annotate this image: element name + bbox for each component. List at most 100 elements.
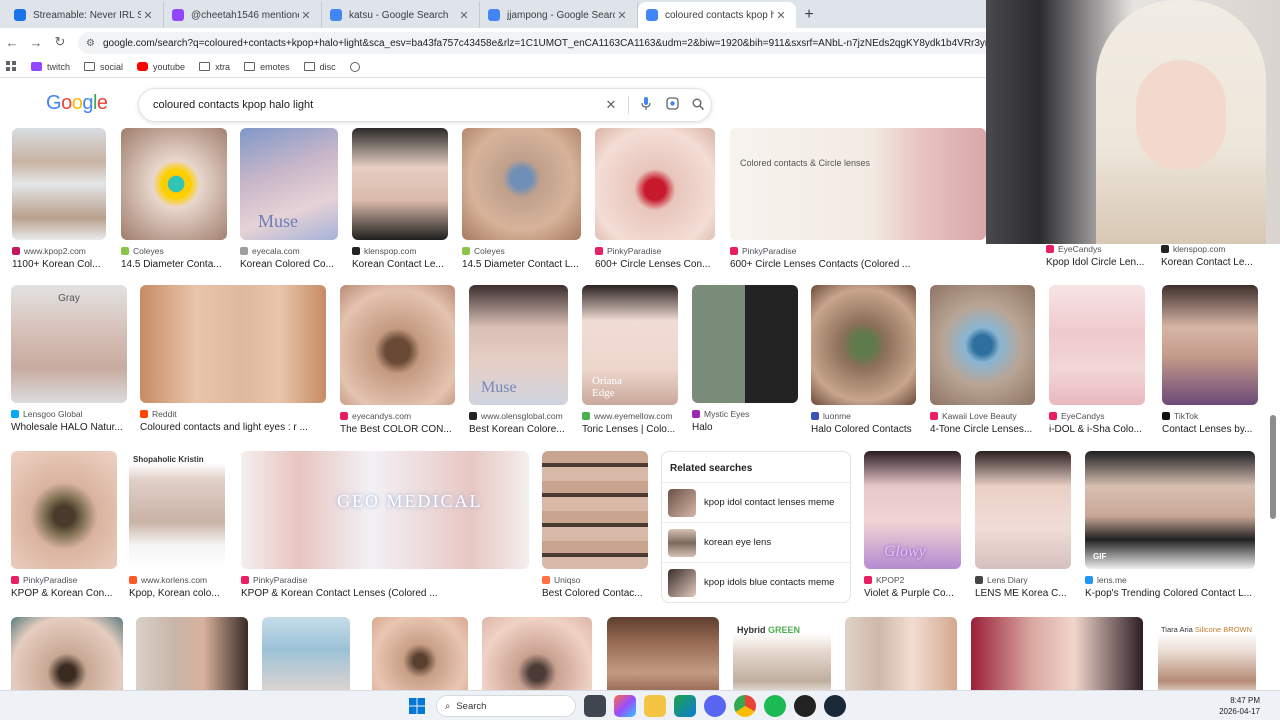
image-result[interactable]: luonme Halo Colored Contacts <box>811 285 916 435</box>
close-icon[interactable]: ✕ <box>457 9 471 22</box>
result-image[interactable]: Gray <box>11 285 127 403</box>
url-field[interactable]: ⚙ google.com/search?q=coloured+contacts+… <box>78 32 986 54</box>
result-title[interactable]: Kpop, Korean colo... <box>129 588 225 599</box>
result-image[interactable] <box>121 128 227 240</box>
image-result[interactable]: Reddit Coloured contacts and light eyes … <box>140 285 326 433</box>
tab-katsu[interactable]: katsu - Google Search ✕ <box>322 2 480 28</box>
page-scrollbar[interactable] <box>1270 415 1276 519</box>
bookmark-xtra[interactable]: xtra <box>199 62 230 72</box>
image-result[interactable]: TikTok Contact Lenses by... <box>1162 285 1258 435</box>
search-input[interactable] <box>153 99 598 111</box>
result-image[interactable]: Hybrid GREEN <box>733 617 831 690</box>
image-result[interactable]: klenspop.com Korean Contact Le... <box>1161 244 1261 268</box>
image-result[interactable]: Lens Diary LENS ME Korea C... <box>975 451 1071 599</box>
result-title[interactable]: i-DOL & i-Sha Colo... <box>1049 424 1145 435</box>
image-result[interactable]: Colored contacts & Circle lenses PinkyPa… <box>730 128 986 270</box>
result-title[interactable]: 600+ Circle Lenses Con... <box>595 259 715 270</box>
close-icon[interactable]: ✕ <box>774 9 788 22</box>
result-title[interactable]: 600+ Circle Lenses Contacts (Colored ... <box>730 259 986 270</box>
related-search-text[interactable]: kpop idol contact lenses meme <box>704 497 834 508</box>
image-result[interactable]: Muse eyecala.com Korean Colored Co... <box>240 128 338 270</box>
forward-icon[interactable]: → <box>24 35 48 50</box>
microphone-icon[interactable] <box>633 97 659 113</box>
image-result[interactable]: Coleyes 14.5 Diameter Contact L... <box>462 128 581 270</box>
result-title[interactable]: K-pop's Trending Colored Contact L... <box>1085 588 1255 599</box>
result-image[interactable] <box>975 451 1071 569</box>
image-result[interactable]: Coleyes 14.5 Diameter Conta... <box>121 128 227 270</box>
result-image[interactable]: Glowy <box>864 451 961 569</box>
result-title[interactable]: Toric Lenses | Colo... <box>582 424 678 435</box>
lens-icon[interactable] <box>659 97 685 113</box>
result-image[interactable]: Shopaholic Kristin <box>129 451 225 569</box>
image-result[interactable] <box>136 617 248 690</box>
result-image[interactable]: Muse <box>240 128 338 240</box>
result-image[interactable] <box>262 617 350 690</box>
result-title[interactable]: 4-Tone Circle Lenses... <box>930 424 1035 435</box>
result-image[interactable] <box>12 128 106 240</box>
image-result[interactable]: EyeCandys Kpop Idol Circle Len... <box>1046 244 1146 268</box>
image-result[interactable] <box>482 617 592 690</box>
system-clock[interactable]: 8:47 PM 2026-04-17 <box>1219 695 1260 717</box>
result-image[interactable] <box>1162 285 1258 405</box>
new-tab-button[interactable]: + <box>796 2 822 28</box>
image-result[interactable]: Muse www.olensglobal.com Best Korean Col… <box>469 285 568 435</box>
result-title[interactable]: The Best COLOR CON... <box>340 424 455 435</box>
result-image[interactable] <box>352 128 448 240</box>
result-image[interactable] <box>542 451 648 569</box>
related-search-text[interactable]: korean eye lens <box>704 537 771 548</box>
site-info-icon[interactable]: ⚙ <box>86 38 95 49</box>
tab-streamable[interactable]: Streamable: Never IRL Stream V ✕ <box>6 2 164 28</box>
image-result[interactable]: www.kpop2.com 1100+ Korean Col... <box>12 128 106 270</box>
image-result[interactable] <box>971 617 1143 690</box>
result-title[interactable]: Halo Colored Contacts <box>811 424 916 435</box>
bookmark-disc[interactable]: disc <box>303 62 336 72</box>
image-result[interactable] <box>372 617 468 690</box>
result-image[interactable] <box>140 285 326 403</box>
result-title[interactable]: Coloured contacts and light eyes : r ... <box>140 422 326 433</box>
image-result[interactable]: eyecandys.com The Best COLOR CON... <box>340 285 455 435</box>
reload-icon[interactable]: ↻ <box>48 34 72 50</box>
back-icon[interactable]: ← <box>0 35 24 50</box>
spotify-icon[interactable] <box>764 695 786 717</box>
close-icon[interactable]: ✕ <box>615 9 629 22</box>
result-title[interactable]: Violet & Purple Co... <box>864 588 961 599</box>
bookmark-youtube[interactable]: youtube <box>137 62 185 72</box>
tab-coloured-contacts[interactable]: coloured contacts kpop halo lig ✕ <box>638 2 796 28</box>
image-result[interactable] <box>11 617 123 690</box>
result-title[interactable]: KPOP & Korean Contact Lenses (Colored ..… <box>241 588 529 599</box>
result-title[interactable]: Kpop Idol Circle Len... <box>1046 257 1146 268</box>
result-image[interactable] <box>811 285 916 405</box>
result-title[interactable]: Wholesale HALO Natur... <box>11 422 127 433</box>
result-image[interactable]: Muse <box>469 285 568 405</box>
result-title[interactable]: Halo <box>692 422 798 433</box>
related-search-text[interactable]: kpop idols blue contacts meme <box>704 577 834 588</box>
result-title[interactable]: Korean Contact Le... <box>1161 257 1261 268</box>
globe-bookmark[interactable] <box>349 61 360 72</box>
image-result[interactable]: PinkyParadise KPOP & Korean Con... <box>11 451 117 599</box>
result-image[interactable] <box>692 285 798 403</box>
result-image[interactable]: Colored contacts & Circle lenses <box>730 128 986 240</box>
result-image[interactable] <box>595 128 715 240</box>
result-image[interactable] <box>971 617 1143 690</box>
result-image[interactable] <box>11 617 123 690</box>
result-title[interactable]: Contact Lenses by... <box>1162 424 1258 435</box>
result-image[interactable] <box>607 617 719 690</box>
close-icon[interactable]: ✕ <box>141 9 155 22</box>
result-title[interactable]: KPOP & Korean Con... <box>11 588 117 599</box>
edge-icon[interactable] <box>674 695 696 717</box>
chrome-icon[interactable] <box>734 695 756 717</box>
taskbar-search[interactable]: ⌕ Search <box>436 695 576 717</box>
result-title[interactable]: Best Colored Contac... <box>542 588 648 599</box>
task-view-icon[interactable] <box>584 695 606 717</box>
discord-icon[interactable] <box>704 695 726 717</box>
image-result[interactable]: GIF lens.me K-pop's Trending Colored Con… <box>1085 451 1255 599</box>
result-image[interactable] <box>462 128 581 240</box>
close-icon[interactable]: ✕ <box>299 9 313 22</box>
bookmark-social[interactable]: social <box>84 62 123 72</box>
obs-icon[interactable] <box>794 695 816 717</box>
result-title[interactable]: Best Korean Colore... <box>469 424 568 435</box>
image-result[interactable] <box>845 617 957 690</box>
image-result[interactable]: Gray Lensgoo Global Wholesale HALO Natur… <box>11 285 127 433</box>
result-title[interactable]: 1100+ Korean Col... <box>12 259 106 270</box>
result-image[interactable] <box>11 451 117 569</box>
